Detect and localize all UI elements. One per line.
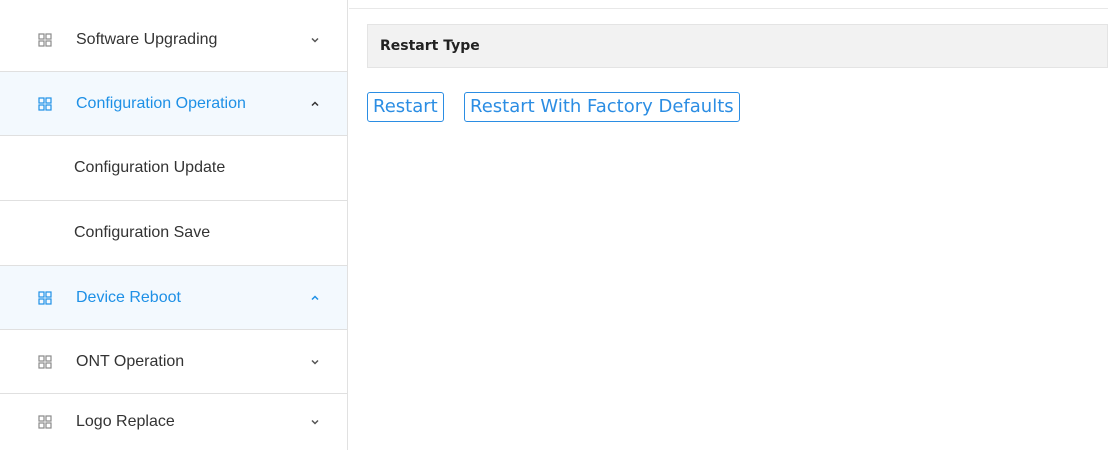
sidebar-item-label: Logo Replace <box>76 413 175 430</box>
sidebar-subitem-label: Configuration Update <box>74 159 226 176</box>
section-title: Restart Type <box>380 38 480 54</box>
divider <box>349 8 1108 9</box>
sidebar-item-device-reboot[interactable]: Device Reboot <box>0 266 347 330</box>
chevron-down-icon <box>311 419 319 425</box>
sidebar-item-label: Software Upgrading <box>76 30 218 48</box>
grid-icon <box>38 32 52 47</box>
grid-icon <box>38 415 52 429</box>
sidebar-item-ont-operation[interactable]: ONT Operation <box>0 330 347 394</box>
sidebar-subitem-label: Configuration Save <box>74 224 211 241</box>
sidebar-item-logo-replace[interactable]: Logo Replace <box>0 394 347 450</box>
sidebar-item-label: ONT Operation <box>76 352 185 370</box>
chevron-up-icon <box>311 100 319 106</box>
grid-icon <box>38 96 52 111</box>
chevron-down-icon <box>311 359 319 365</box>
section-header: Restart Type <box>367 24 1108 68</box>
sidebar-item-label: Configuration Operation <box>76 94 246 112</box>
chevron-up-icon <box>311 294 319 300</box>
sidebar: Software Upgrading Configuration Operati… <box>0 0 348 450</box>
sidebar-item-label: Device Reboot <box>76 288 181 306</box>
restart-button[interactable]: Restart <box>367 92 444 122</box>
sidebar-subitem-configuration-save[interactable]: Configuration Save <box>0 201 347 266</box>
chevron-down-icon <box>311 37 319 43</box>
sidebar-item-configuration-operation[interactable]: Configuration Operation <box>0 72 347 136</box>
sidebar-item-software-upgrading[interactable]: Software Upgrading <box>0 8 347 72</box>
restart-factory-defaults-button[interactable]: Restart With Factory Defaults <box>464 92 740 122</box>
grid-icon <box>38 290 52 305</box>
sidebar-subitem-configuration-update[interactable]: Configuration Update <box>0 136 347 201</box>
grid-icon <box>38 354 52 369</box>
